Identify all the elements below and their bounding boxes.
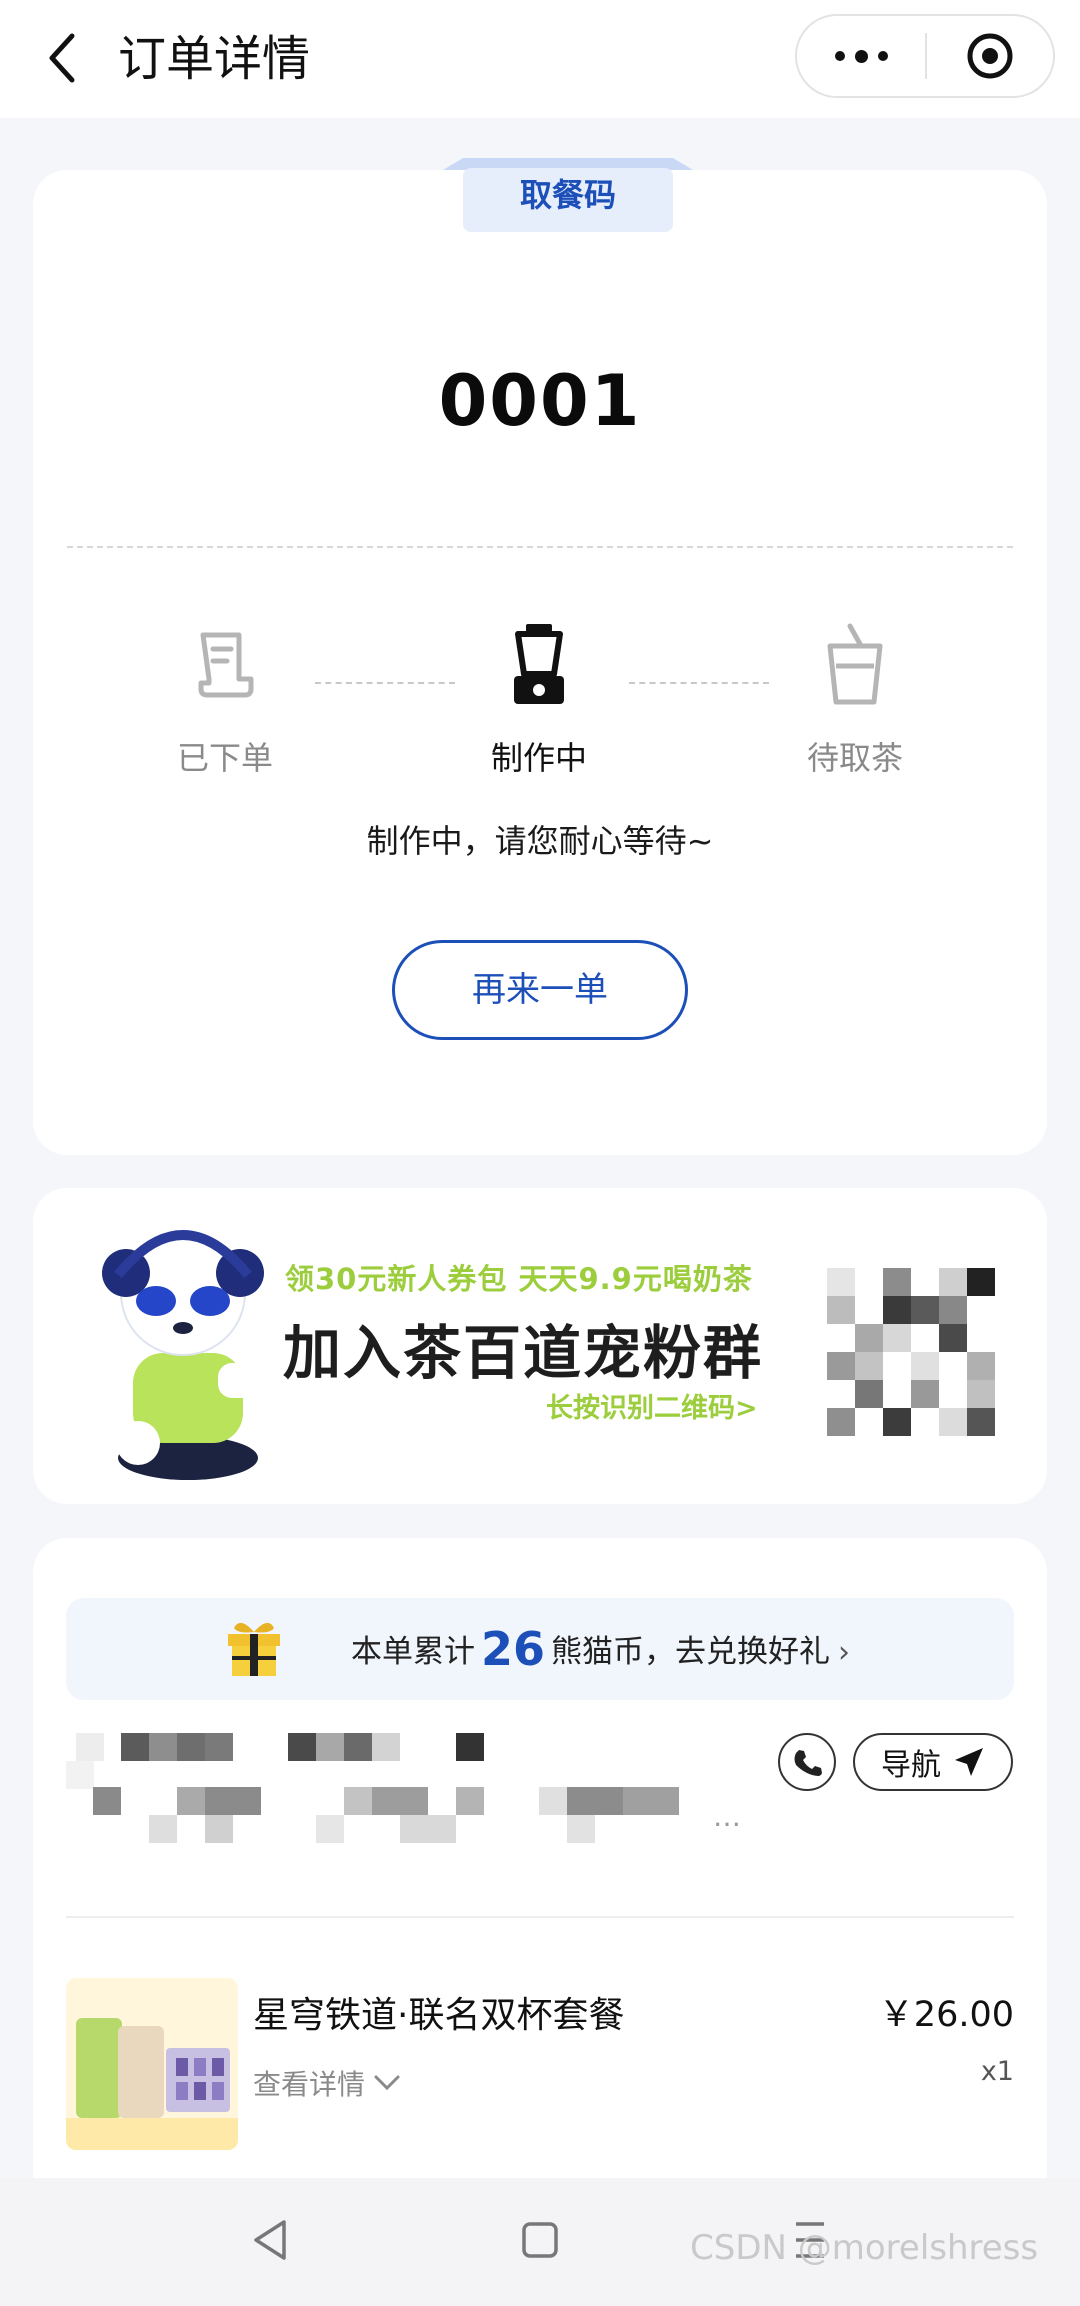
banner-headline: 加入茶百道宠粉群	[283, 1319, 764, 1387]
product-name: 星穹铁道·联名双杯套餐	[253, 1995, 625, 2036]
panda-coins-bar[interactable]: 本单累计 26 熊猫币，去兑换好礼 ›	[66, 1598, 1014, 1700]
panda-mascot-image	[102, 1230, 268, 1480]
receipt-icon	[198, 632, 254, 698]
pickup-code-label: 取餐码	[519, 176, 616, 214]
mini-program-capsule	[795, 14, 1055, 98]
store-address-ellipsis: …	[713, 1800, 741, 1833]
pickup-code-tab: 取餐码	[443, 158, 693, 232]
navigate-button[interactable]: 导航	[853, 1733, 1013, 1791]
step-label: 待取茶	[806, 739, 903, 777]
card-dashed-divider	[67, 546, 1013, 548]
step-connector	[629, 682, 769, 684]
blender-icon	[514, 624, 564, 704]
navigate-label: 导航	[881, 1748, 941, 1783]
close-mini-program-button[interactable]	[927, 16, 1053, 96]
product-quantity: x1	[980, 2056, 1014, 2087]
coins-prefix: 本单累计	[351, 1634, 475, 1670]
system-home-icon[interactable]	[520, 2220, 560, 2260]
call-store-button[interactable]	[778, 1733, 836, 1791]
phone-icon	[794, 1750, 822, 1776]
pickup-card: 取餐码 0001 已下单 制作中 待取茶 制作中，请您耐心等待~ 再来一单	[33, 158, 1047, 1155]
product-image[interactable]	[66, 1978, 238, 2150]
more-options-button[interactable]	[797, 16, 925, 96]
pickup-code-value: 0001	[438, 360, 642, 442]
navigation-arrow-icon	[955, 1748, 983, 1776]
page-title: 订单详情	[118, 31, 311, 87]
top-bar: 订单详情	[0, 0, 1080, 118]
coins-suffix: 熊猫币，去兑换好礼	[551, 1634, 831, 1670]
detail-label: 查看详情	[253, 2068, 366, 2101]
step-connector	[315, 682, 455, 684]
watermark-text: CSDN @morelshress	[690, 2228, 1039, 2268]
step-label: 制作中	[490, 739, 587, 777]
order-info-card: 本单累计 26 熊猫币，去兑换好礼 › … 导航 星穹铁道·联名双杯套餐 查看详…	[33, 1538, 1047, 2178]
order-divider	[66, 1916, 1014, 1918]
product-price: ￥26.00	[878, 1995, 1014, 2035]
step-making: 制作中	[439, 610, 639, 780]
banner-promo-text: 领30元新人券包 天天9.9元喝奶茶	[285, 1262, 753, 1296]
coins-text: 本单累计 26 熊猫币，去兑换好礼 ›	[351, 1598, 850, 1700]
target-close-icon	[967, 33, 1013, 79]
back-button[interactable]	[34, 26, 90, 90]
product-detail-toggle[interactable]: 查看详情	[253, 2063, 401, 2103]
chevron-left-icon	[49, 33, 75, 83]
qr-code-image	[817, 1258, 1007, 1448]
step-pickup: 待取茶	[755, 610, 955, 780]
chevron-right-icon: ›	[838, 1635, 851, 1670]
system-back-icon[interactable]	[250, 2218, 290, 2262]
gift-icon	[228, 1622, 280, 1676]
reorder-button[interactable]: 再来一单	[392, 940, 688, 1040]
coins-value: 26	[481, 1622, 546, 1676]
store-info-pixelated	[66, 1733, 679, 1843]
banner-hint-text: 长按识别二维码>	[546, 1393, 758, 1424]
more-dots-icon	[834, 49, 888, 63]
fan-group-banner[interactable]: 领30元新人券包 天天9.9元喝奶茶 加入茶百道宠粉群 长按识别二维码>	[33, 1188, 1047, 1504]
order-status-text: 制作中，请您耐心等待~	[366, 822, 714, 860]
step-ordered: 已下单	[125, 610, 325, 780]
cup-icon	[827, 623, 883, 705]
step-label: 已下单	[176, 739, 273, 777]
chevron-down-icon	[374, 2075, 400, 2091]
